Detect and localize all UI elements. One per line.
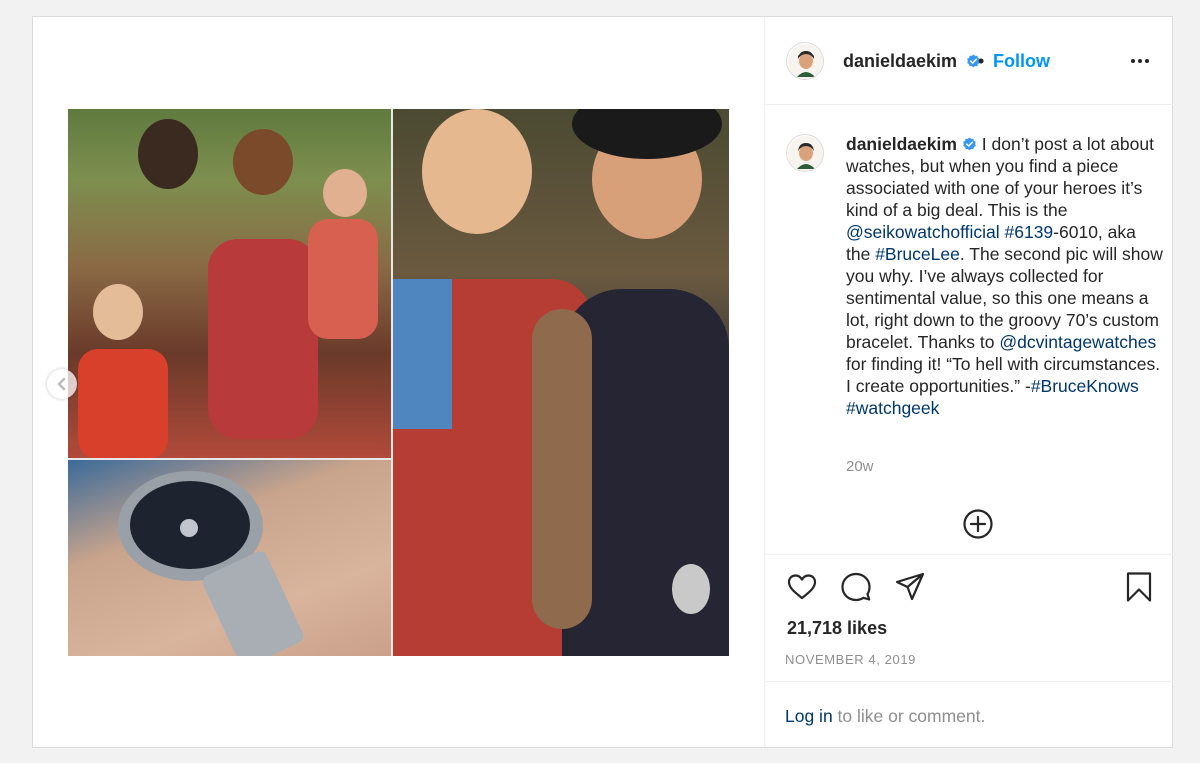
hashtag-link[interactable]: #watchgeek	[846, 398, 939, 418]
bookmark-icon	[1126, 572, 1152, 602]
collage-divider	[391, 109, 393, 656]
avatar[interactable]	[786, 134, 824, 172]
couple-photo	[392, 109, 729, 656]
post-header: danieldaekim • Follow	[765, 17, 1173, 105]
heart-icon	[787, 574, 817, 600]
previous-photo-button[interactable]	[47, 369, 77, 399]
post-sidebar: danieldaekim • Follow danieldaekim I don	[764, 17, 1173, 747]
separator-dot: •	[978, 51, 985, 71]
post-caption: danieldaekim I don’t post a lot about wa…	[846, 133, 1164, 419]
post-card: danieldaekim • Follow danieldaekim I don	[32, 16, 1173, 748]
caption-username[interactable]: danieldaekim	[846, 134, 957, 154]
follow-button[interactable]: Follow	[993, 51, 1050, 72]
likes-count[interactable]: 21,718 likes	[787, 618, 887, 639]
login-prompt-text: to like or comment.	[832, 706, 986, 726]
post-actions: 21,718 likes NOVEMBER 4, 2019	[765, 554, 1173, 681]
avatar[interactable]	[786, 42, 824, 80]
post-media	[33, 17, 764, 747]
share-button[interactable]	[894, 571, 926, 603]
post-username[interactable]: danieldaekim	[843, 51, 957, 72]
mention-link[interactable]: @seikowatchofficial	[846, 222, 1000, 242]
caption-area: danieldaekim I don’t post a lot about wa…	[765, 106, 1173, 553]
save-button[interactable]	[1123, 571, 1155, 603]
hashtag-link[interactable]: #6139	[1005, 222, 1054, 242]
post-date: NOVEMBER 4, 2019	[785, 652, 916, 667]
family-photo	[68, 109, 391, 459]
chevron-left-icon	[57, 377, 66, 391]
hashtag-link[interactable]: #BruceKnows	[1031, 376, 1139, 396]
like-button[interactable]	[786, 571, 818, 603]
photo-collage	[68, 109, 729, 656]
hashtag-link[interactable]: #BruceLee	[875, 244, 960, 264]
login-prompt: Log in to like or comment.	[765, 681, 1173, 747]
comment-icon	[841, 572, 871, 602]
mention-link[interactable]: @dcvintagewatches	[999, 332, 1156, 352]
add-comment-button[interactable]	[962, 508, 994, 540]
add-comment-icon	[963, 509, 993, 539]
post-time-ago[interactable]: 20w	[846, 458, 874, 475]
share-icon	[895, 572, 925, 601]
more-options-icon[interactable]	[1131, 51, 1155, 71]
comment-button[interactable]	[840, 571, 872, 603]
collage-divider	[68, 458, 391, 460]
watch-wrist-photo	[68, 459, 391, 656]
verified-badge-icon	[963, 137, 976, 151]
login-link[interactable]: Log in	[785, 706, 833, 726]
